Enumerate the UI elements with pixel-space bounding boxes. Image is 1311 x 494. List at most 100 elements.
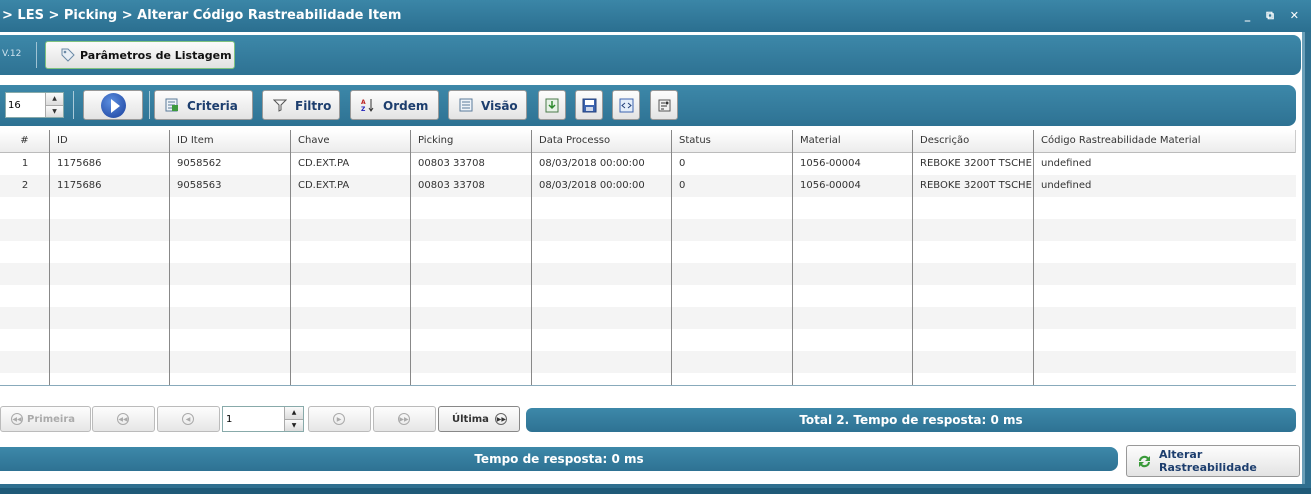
column-header[interactable]: ID Item <box>170 130 291 153</box>
table-cell: 2 <box>21 180 29 191</box>
table-cell: 08/03/2018 00:00:00 <box>539 158 645 169</box>
criteria-icon <box>165 98 178 112</box>
page-number-input[interactable] <box>226 412 281 426</box>
column-header[interactable]: Status <box>672 130 793 153</box>
funnel-icon <box>273 99 287 112</box>
view-label: Visão <box>481 99 518 113</box>
column-divider <box>792 130 793 385</box>
main-panel: V.12 Parâmetros de Listagem ▲ ▼ Criteria <box>0 32 1305 484</box>
table-cell: 9058562 <box>177 158 222 169</box>
config-button[interactable] <box>650 90 678 120</box>
column-header[interactable]: Material <box>793 130 913 153</box>
data-grid: # ID ID Item Chave Picking Data Processo Statu… <box>0 130 1296 386</box>
page-down-icon[interactable]: ▼ <box>284 419 303 431</box>
column-header[interactable]: Picking <box>411 130 532 153</box>
column-header[interactable]: Código Rastreabilidade Material <box>1034 130 1296 153</box>
prev-icon: ◀ <box>182 413 194 425</box>
rows-per-page-stepper[interactable]: ▲ ▼ <box>5 92 64 118</box>
table-row <box>0 307 1296 329</box>
table-cell: REBOKE 3200T TSCHE <box>920 180 1032 191</box>
column-header[interactable]: Descrição <box>913 130 1034 153</box>
table-row <box>0 197 1296 219</box>
table-row[interactable]: 1 1175686 9058562 CD.EXT.PA 00803 33708 08/03… <box>0 153 1296 175</box>
stepper-up-icon[interactable]: ▲ <box>45 93 63 105</box>
response-time-bar: Tempo de resposta: 0 ms <box>0 447 1118 471</box>
table-cell: CD.EXT.PA <box>298 158 350 169</box>
last-page-icon: ▶▶ <box>495 413 508 425</box>
column-header[interactable]: ID <box>50 130 170 153</box>
table-row <box>0 263 1296 285</box>
column-divider <box>290 130 291 385</box>
alter-traceability-label: Alterar Rastreabilidade <box>1159 448 1257 474</box>
column-divider <box>671 130 672 385</box>
last-page-label: Última <box>452 414 489 425</box>
svg-text:A: A <box>361 99 366 106</box>
first-page-icon: ◀◀ <box>11 413 23 425</box>
table-cell: undefined <box>1041 180 1092 191</box>
run-button[interactable] <box>83 90 143 120</box>
filter-label: Filtro <box>295 99 332 113</box>
table-cell: 1175686 <box>57 180 102 191</box>
criteria-button[interactable]: Criteria <box>154 90 253 120</box>
last-page-button[interactable]: Última ▶▶ <box>438 406 520 432</box>
table-row <box>0 241 1296 263</box>
prev-page-button[interactable]: ◀ <box>157 406 220 432</box>
params-listing-button[interactable]: Parâmetros de Listagem <box>45 41 235 69</box>
table-row <box>0 219 1296 241</box>
table-row <box>0 285 1296 307</box>
filter-button[interactable]: Filtro <box>262 90 340 120</box>
toolbar-separator <box>73 91 74 119</box>
rows-per-page-input[interactable] <box>8 98 44 112</box>
alter-traceability-button[interactable]: Alterar Rastreabilidade <box>1126 445 1300 477</box>
column-divider <box>410 130 411 385</box>
criteria-label: Criteria <box>187 99 238 113</box>
play-triangle-icon <box>111 99 120 113</box>
rewind-icon: ◀◀ <box>117 413 129 425</box>
column-header[interactable]: # <box>0 130 50 153</box>
table-cell: REBOKE 3200T TSCHE <box>920 158 1032 169</box>
view-button[interactable]: Visão <box>448 90 527 120</box>
column-divider <box>531 130 532 385</box>
tag-icon <box>61 48 75 62</box>
column-header[interactable]: Data Processo <box>532 130 672 153</box>
table-cell: 1056-00004 <box>800 158 861 169</box>
table-row[interactable]: 2 1175686 9058563 CD.EXT.PA 00803 33708 08/03… <box>0 175 1296 197</box>
export-button[interactable] <box>538 90 566 120</box>
table-cell: 1 <box>21 158 29 169</box>
table-cell: 1056-00004 <box>800 180 861 191</box>
column-header[interactable]: Chave <box>291 130 411 153</box>
save-icon <box>582 98 597 113</box>
save-button[interactable] <box>575 90 603 120</box>
table-cell: 9058563 <box>177 180 222 191</box>
table-row <box>0 351 1296 373</box>
order-label: Ordem <box>383 99 429 113</box>
stepper-down-icon[interactable]: ▼ <box>45 105 63 117</box>
next-block-button[interactable]: ▶▶ <box>373 406 436 432</box>
footer-strip <box>0 488 1311 494</box>
params-listing-label: Parâmetros de Listagem <box>80 48 232 62</box>
table-row <box>0 373 1296 385</box>
view-list-icon <box>459 98 473 112</box>
page-number-stepper[interactable]: ▲ ▼ <box>222 406 304 432</box>
order-button[interactable]: AZ Ordem <box>350 90 439 120</box>
column-divider <box>169 130 170 385</box>
band-separator <box>36 42 37 68</box>
svg-text:Z: Z <box>361 106 366 112</box>
next-page-button[interactable]: ▶ <box>308 406 371 432</box>
fast-forward-icon: ▶▶ <box>398 413 410 425</box>
code-view-button[interactable] <box>612 90 640 120</box>
table-row <box>0 329 1296 351</box>
prev-block-button[interactable]: ◀◀ <box>92 406 155 432</box>
refresh-icon <box>1139 455 1150 468</box>
table-cell: 00803 33708 <box>418 180 485 191</box>
window-controls[interactable]: _ ⧉ ✕ <box>1245 9 1305 23</box>
page-up-icon[interactable]: ▲ <box>284 407 303 419</box>
table-cell: 0 <box>679 158 686 169</box>
first-page-button[interactable]: ◀◀ Primeira <box>0 406 91 432</box>
window-titlebar: > LES > Picking > Alterar Código Rastrea… <box>0 0 1311 32</box>
export-icon <box>545 98 559 113</box>
table-cell: 00803 33708 <box>418 158 485 169</box>
toolbar-separator <box>149 91 150 119</box>
params-band: V.12 Parâmetros de Listagem <box>0 35 1301 75</box>
code-icon <box>619 98 634 113</box>
